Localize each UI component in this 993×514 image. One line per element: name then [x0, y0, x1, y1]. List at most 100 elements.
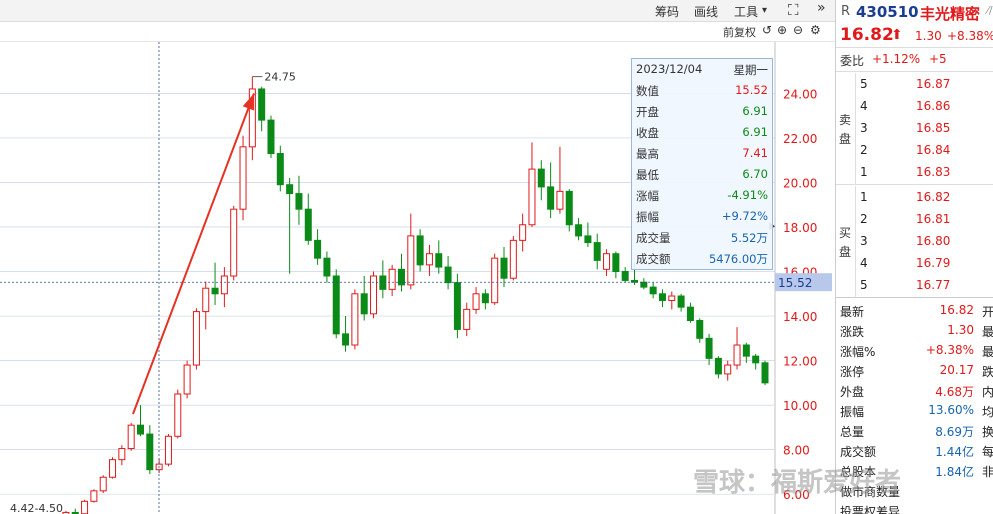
candle-body [733, 344, 741, 366]
candle-body [537, 168, 545, 188]
tooltip-row-value: 5.52万 [730, 231, 768, 245]
buy-level-row[interactable]: 2 16.81 [856, 210, 993, 230]
stat-next-label: 跌 [982, 365, 993, 379]
candle-body [388, 268, 396, 290]
sell-level-index: 1 [860, 165, 868, 179]
candle-body [425, 253, 433, 266]
y-tick-label: 22.00 [783, 132, 817, 146]
candle-body [267, 119, 275, 155]
candle-body [621, 271, 629, 281]
tooltip-row-value: 6.91 [742, 104, 768, 118]
buy-level-price: 16.81 [916, 212, 951, 226]
draw-line-button[interactable]: 画线 [694, 3, 718, 20]
candle-body [90, 490, 98, 502]
tooltip-row-value: 6.91 [742, 125, 768, 139]
tooltip-weekday: 星期一 [733, 63, 769, 77]
buy-level-index: 3 [860, 234, 868, 248]
peak-price-label: 24.75 [264, 71, 296, 84]
sell-level-row[interactable]: 4 16.86 [856, 97, 993, 117]
fullscreen-icon[interactable]: ⛶ [788, 1, 799, 19]
candle-body [127, 424, 135, 450]
candle-body [649, 286, 657, 295]
tooltip-row-label: 成交额 [636, 252, 671, 266]
sell-level-row[interactable]: 5 16.87 [856, 75, 993, 95]
candle-body [192, 311, 200, 366]
market-prefix: R [841, 4, 851, 19]
buy-level-row[interactable]: 3 16.80 [856, 232, 993, 252]
stat-row: 振幅 13.60% 均 [836, 401, 993, 421]
price-change-pct: +8.38% [947, 29, 993, 43]
chip-button[interactable]: 筹码 [655, 3, 679, 20]
stat-value: 1.30 [947, 323, 974, 337]
stat-value: 20.17 [939, 363, 974, 377]
buy-level-row[interactable]: 4 16.79 [856, 254, 993, 274]
candle-body [276, 153, 284, 186]
tooltip-row-value: 5476.00万 [708, 252, 768, 266]
more-icon[interactable]: » [817, 0, 826, 16]
candle-body [481, 293, 489, 304]
sell-level-index: 5 [860, 77, 868, 91]
tooltip-row: 收盘 6.91 [632, 122, 772, 143]
candle-body [761, 362, 769, 384]
sell-level-price: 16.85 [916, 121, 951, 135]
tools-button[interactable]: 工具 [734, 3, 758, 20]
stat-row: 涨跌 1.30 最 [836, 321, 993, 341]
buy-level-price: 16.77 [916, 278, 951, 292]
tooltip-row-value: 15.52 [735, 83, 768, 97]
tooltip-row: 最低 6.70 [632, 164, 772, 185]
candle-body [658, 293, 666, 301]
sell-level-price: 16.84 [916, 143, 951, 157]
stat-next-label: 内 [982, 385, 993, 399]
chevron-down-icon[interactable]: ▾ [762, 5, 767, 16]
adjust-mode-button[interactable]: 前复权 [723, 24, 756, 40]
buy-level-price: 16.82 [916, 190, 951, 204]
candle-body [528, 168, 536, 226]
stat-label: 总量 [840, 425, 865, 439]
buy-level-row[interactable]: 1 16.82 [856, 188, 993, 208]
quote-pane: R 430510 丰光精密 ⁄/ 16.82 ⬆ 1.30 +8.38% 委比 … [835, 0, 993, 514]
settings-icon[interactable]: ⚙ [810, 23, 821, 37]
sell-level-index: 3 [860, 121, 868, 135]
y-tick-label: 24.00 [783, 87, 817, 101]
candle-body [370, 275, 378, 315]
candle-body [211, 287, 219, 295]
candle-body [351, 293, 359, 346]
order-ratio-diff: +5 [929, 52, 947, 66]
sell-level-price: 16.86 [916, 99, 951, 113]
candle-body [136, 424, 144, 435]
buy-level-row[interactable]: 5 16.77 [856, 276, 993, 296]
buy-level-price: 16.79 [916, 256, 951, 270]
stat-value: +8.38% [925, 343, 974, 357]
tooltip-row-value: -4.91% [727, 188, 768, 202]
stat-row: 投票权差异 [836, 501, 993, 514]
tooltip-date: 2023/12/04 [636, 62, 703, 76]
quote-header: R 430510 丰光精密 ⁄/ [836, 2, 993, 24]
stat-next-label: 最 [982, 345, 993, 359]
candle-body [342, 333, 350, 346]
y-tick-label: 18.00 [783, 221, 817, 235]
candle-body [146, 433, 154, 471]
stat-row: 外盘 4.68万内 [836, 381, 993, 401]
undo-icon[interactable]: ↺ [762, 23, 772, 37]
low-range-label: 4.42-4.50 [10, 502, 63, 514]
stat-next-label: 均 [982, 405, 993, 419]
buy-level-price: 16.80 [916, 234, 951, 248]
sell-level-row[interactable]: 3 16.85 [856, 119, 993, 139]
stat-label: 成交额 [840, 445, 877, 459]
chart-subbar: 前复权 ↺ ⊕ ⊖ ⚙ [0, 22, 835, 42]
sell-level-row[interactable]: 1 16.83 [856, 163, 993, 183]
candle-body [509, 239, 517, 279]
stat-value: 16.82 [939, 303, 974, 317]
stat-value: 1.84亿 [935, 465, 974, 479]
candle-body [556, 190, 564, 210]
candle-body [109, 459, 117, 478]
sell-level-row[interactable]: 2 16.84 [856, 141, 993, 161]
tooltip-row: 成交额 5476.00万 [632, 248, 772, 269]
zoom-out-icon[interactable]: ⊖ [793, 23, 803, 37]
tooltip-row-value: 6.70 [742, 167, 768, 181]
tooltip-row-label: 涨幅 [636, 189, 659, 203]
buy-book: 买盘 1 16.82 2 16.81 3 16.80 4 16.79 5 16.77 [836, 186, 993, 298]
stat-label: 涨停 [840, 365, 865, 379]
zoom-in-icon[interactable]: ⊕ [777, 23, 787, 37]
stat-value: 13.60% [928, 403, 974, 417]
